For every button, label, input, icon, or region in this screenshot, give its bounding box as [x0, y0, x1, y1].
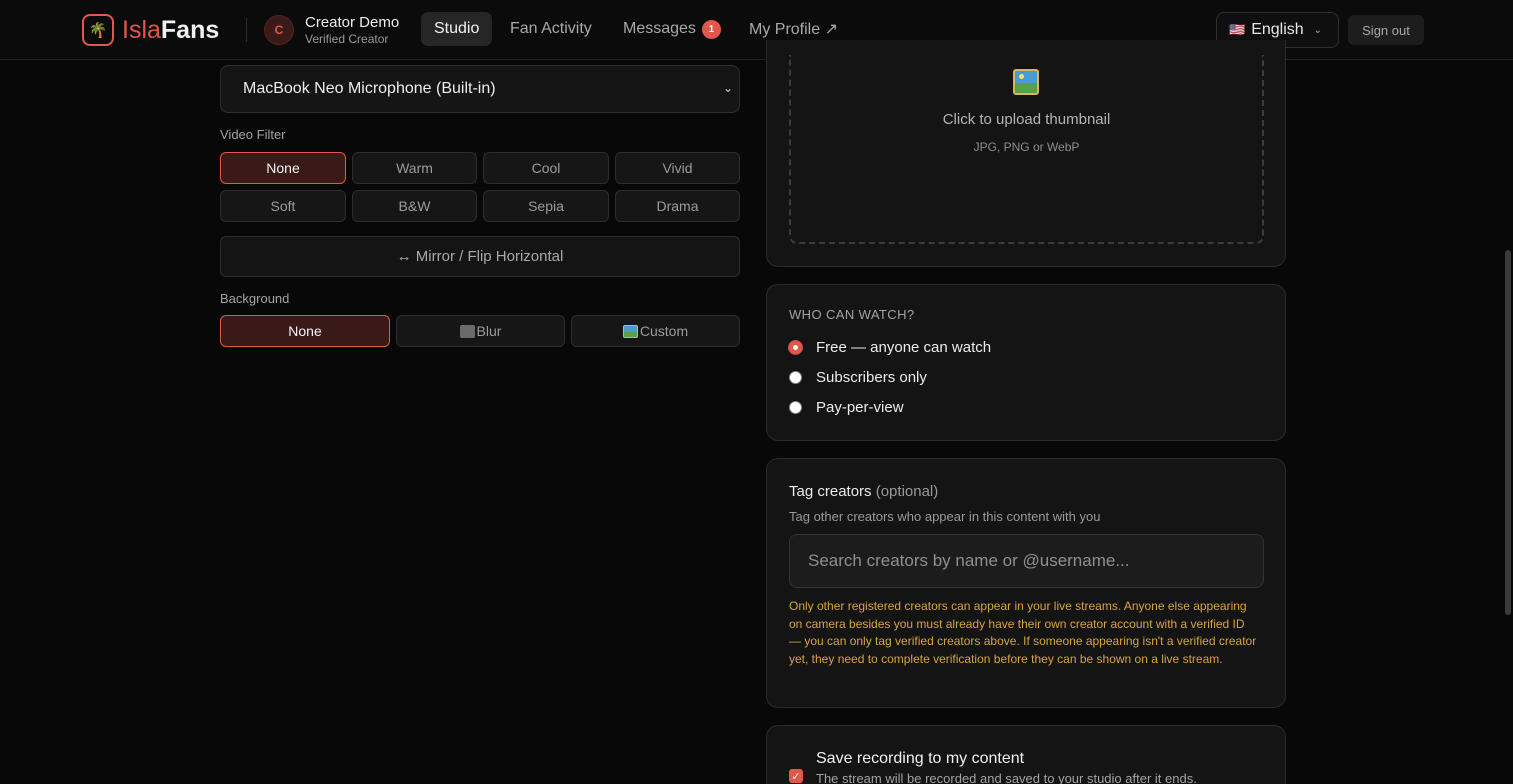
image-icon: [1013, 69, 1039, 95]
tag-creators-subtitle: Tag other creators who appear in this co…: [789, 509, 1101, 524]
image-icon: [622, 324, 638, 338]
tag-creators-optional: (optional): [875, 483, 939, 500]
background-custom-label: Custom: [639, 323, 689, 339]
upload-title: Click to upload thumbnail: [942, 111, 1111, 128]
filter-sepia-button[interactable]: Sepia: [483, 190, 609, 222]
avatar[interactable]: C: [264, 15, 294, 45]
logo-text: IslaFans: [122, 15, 220, 44]
tag-creators-title: Tag creators (optional): [789, 483, 938, 500]
filter-soft-button[interactable]: Soft: [220, 190, 346, 222]
radio-pay-per-view[interactable]: Pay-per-view: [789, 399, 904, 416]
radio-free[interactable]: Free — anyone can watch: [789, 339, 991, 356]
filter-cool-button[interactable]: Cool: [483, 152, 609, 184]
nav-messages[interactable]: Messages 1: [610, 12, 734, 46]
filter-warm-button[interactable]: Warm: [352, 152, 477, 184]
nav-studio[interactable]: Studio: [421, 12, 493, 46]
tag-creators-title-text: Tag creators: [789, 483, 872, 500]
page-scrollbar[interactable]: [1505, 250, 1511, 615]
user-role: Verified Creator: [305, 32, 389, 46]
radio-button[interactable]: [789, 401, 802, 414]
radio-free-label: Free — anyone can watch: [816, 339, 992, 356]
microphone-select[interactable]: MacBook Neo Microphone (Built-in) ⌄: [220, 65, 740, 113]
radio-subscribers[interactable]: Subscribers only: [789, 369, 927, 386]
filter-vivid-button[interactable]: Vivid: [615, 152, 740, 184]
save-recording-checkbox[interactable]: ✓: [789, 769, 803, 783]
background-custom-button[interactable]: Custom: [571, 315, 740, 347]
verification-notice: Only other registered creators can appea…: [789, 599, 1257, 666]
user-name: Creator Demo: [305, 14, 400, 31]
blur-icon: [459, 324, 475, 338]
background-blur-label: Blur: [476, 323, 502, 339]
sign-out-button[interactable]: Sign out: [1348, 15, 1424, 45]
filter-none-button[interactable]: None: [220, 152, 346, 184]
islafans-logo[interactable]: 🌴 IslaFans: [82, 13, 219, 47]
save-recording-title: Save recording to my content: [816, 750, 1025, 767]
microphone-value: MacBook Neo Microphone (Built-in): [243, 80, 496, 97]
save-recording-subtitle: The stream will be recorded and saved to…: [816, 771, 1197, 784]
background-none-button[interactable]: None: [220, 315, 390, 347]
who-can-watch-title: WHO CAN WATCH?: [789, 307, 915, 322]
radio-button[interactable]: [789, 371, 802, 384]
palm-tree-icon: 🌴: [82, 14, 114, 46]
mirror-flip-button[interactable]: ↔ Mirror / Flip Horizontal: [220, 236, 740, 277]
chevron-down-icon: ⌄: [1313, 24, 1323, 36]
nav-fan-activity[interactable]: Fan Activity: [497, 12, 605, 46]
chevron-down-icon: ⌄: [722, 81, 733, 95]
background-label: Background: [220, 291, 290, 306]
filter-drama-button[interactable]: Drama: [615, 190, 740, 222]
video-filter-label: Video Filter: [220, 127, 286, 142]
messages-badge: 1: [701, 19, 721, 39]
upload-subtitle: JPG, PNG or WebP: [973, 140, 1080, 154]
header-divider: [246, 18, 247, 42]
radio-button-selected[interactable]: [789, 341, 802, 354]
us-flag-icon: 🇺🇸: [1229, 22, 1246, 37]
radio-subscribers-label: Subscribers only: [816, 369, 927, 386]
background-blur-button[interactable]: Blur: [396, 315, 565, 347]
filter-bw-button[interactable]: B&W: [352, 190, 477, 222]
nav-messages-label: Messages: [623, 20, 696, 37]
top-navbar: 🌴 IslaFans C Creator Demo Verified Creat…: [0, 0, 1513, 60]
language-label: English: [1251, 21, 1304, 38]
radio-ppv-label: Pay-per-view: [816, 399, 904, 416]
creator-search-input[interactable]: [789, 534, 1264, 588]
